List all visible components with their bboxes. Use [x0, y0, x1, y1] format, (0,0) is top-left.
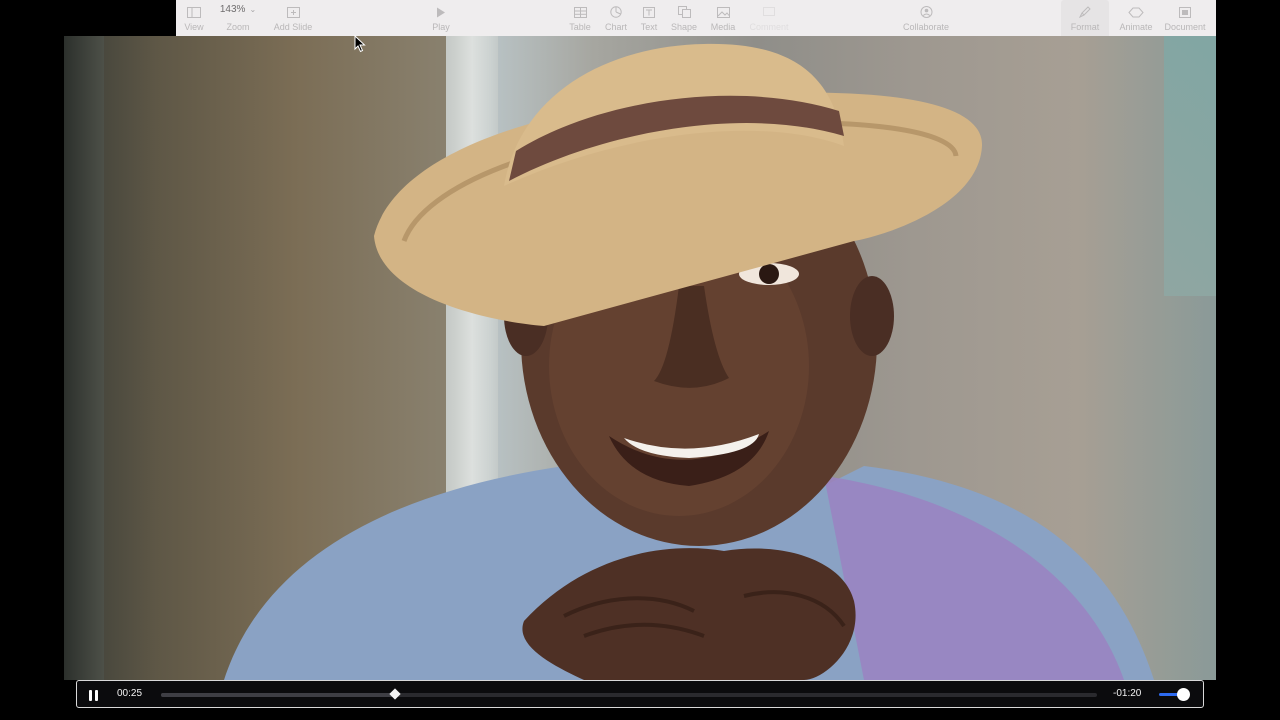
collaborate-label: Collaborate — [902, 22, 950, 32]
chart-label: Chart — [604, 22, 627, 32]
table-label: Table — [569, 22, 591, 32]
video-frame[interactable] — [64, 36, 1216, 680]
animate-button[interactable]: Animate — [1116, 0, 1156, 40]
media-button[interactable]: Media — [708, 0, 738, 40]
table-button[interactable]: Table — [567, 0, 593, 40]
progress-scrubber[interactable] — [161, 688, 1097, 700]
media-icon — [716, 7, 730, 18]
zoom-control[interactable]: 143% ⌄ Zoom — [218, 0, 258, 40]
document-label: Document — [1164, 22, 1206, 32]
view-label: View — [184, 22, 204, 32]
shape-label: Shape — [670, 22, 698, 32]
sidebar-icon — [187, 7, 201, 18]
pause-icon — [88, 689, 92, 701]
table-icon — [573, 7, 587, 18]
video-player-controls: 00:25 -01:20 — [76, 680, 1204, 708]
text-icon — [643, 7, 655, 18]
text-button[interactable]: Text — [638, 0, 660, 40]
animate-icon — [1128, 7, 1144, 18]
chart-button[interactable]: Chart — [603, 0, 629, 40]
zoom-value: 143% — [219, 4, 246, 15]
shape-icon — [677, 6, 691, 18]
playhead-handle[interactable] — [389, 688, 401, 700]
pause-icon-bar — [94, 689, 98, 701]
current-time: 00:25 — [117, 688, 143, 699]
chart-icon — [610, 6, 622, 18]
format-button[interactable]: Format — [1061, 0, 1109, 40]
collaborate-button[interactable]: Collaborate — [902, 0, 950, 40]
collaborate-icon — [920, 6, 932, 18]
shape-button[interactable]: Shape — [670, 0, 698, 40]
keynote-toolbar: View 143% ⌄ Zoom Add Slide Play Table Cha… — [176, 0, 1216, 40]
add-slide-label: Add Slide — [273, 22, 313, 32]
play-button[interactable]: Play — [430, 0, 452, 40]
progress-fill — [161, 693, 395, 697]
add-slide-button[interactable]: Add Slide — [272, 0, 314, 40]
text-label: Text — [640, 22, 658, 32]
add-slide-icon — [286, 7, 300, 18]
chevron-down-icon: ⌄ — [249, 5, 257, 14]
play-label: Play — [432, 22, 450, 32]
document-button[interactable]: Document — [1162, 0, 1208, 40]
video-frame-image — [224, 43, 1154, 680]
media-label: Media — [710, 22, 736, 32]
view-button[interactable]: View — [182, 0, 206, 40]
document-icon — [1179, 7, 1191, 18]
volume-knob[interactable] — [1177, 688, 1190, 701]
comment-button[interactable]: Comment — [746, 0, 792, 40]
comment-icon — [763, 7, 775, 16]
pause-button[interactable] — [85, 687, 101, 703]
zoom-label: Zoom — [226, 22, 250, 32]
format-brush-icon — [1079, 6, 1091, 18]
format-label: Format — [1070, 22, 1100, 32]
remaining-time: -01:20 — [1113, 688, 1142, 699]
mouse-cursor-icon — [354, 35, 366, 53]
comment-label: Comment — [749, 22, 789, 32]
animate-label: Animate — [1119, 22, 1153, 32]
play-icon — [437, 7, 445, 18]
